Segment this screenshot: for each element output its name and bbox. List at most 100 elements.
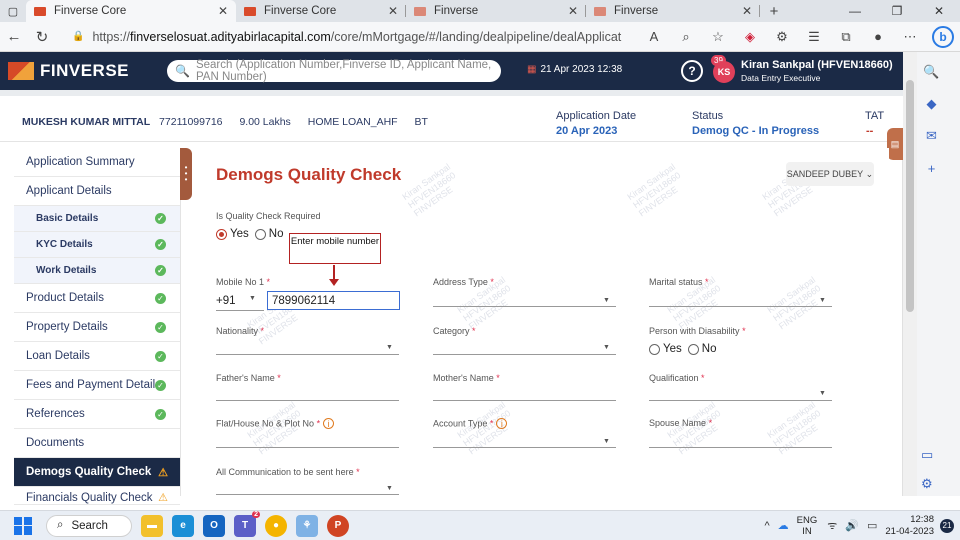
close-tab-icon[interactable]: ✕ [568,4,578,18]
extension-icon[interactable]: ◈ [734,29,766,45]
sidebar-item-demogs-qc[interactable]: Demogs Quality Check ⚠ [14,458,180,487]
marital-status-select[interactable] [649,306,832,307]
chevron-down-icon: ⌄ [865,168,874,179]
notification-center-badge[interactable]: 21 [940,518,954,533]
refresh-icon[interactable]: ↻ [28,28,56,46]
battery-icon[interactable]: ▭ [867,519,877,532]
file-explorer-icon[interactable]: ▬ [141,514,163,537]
sidebar-item-references[interactable]: References ✓ [14,400,180,429]
url-field[interactable]: 🔒 https://finverselosuat.adityabirlacapi… [62,25,622,49]
communication-select[interactable] [216,494,399,495]
sidebar-item-product-details[interactable]: Product Details ✓ [14,284,180,313]
app-icon[interactable]: ⚘ [296,514,318,537]
outlook-icon[interactable]: O [203,514,225,537]
powerpoint-icon[interactable]: P [327,514,349,537]
status-badge: Demog QC - In Progress [692,125,820,137]
disability-label: Person with Diasability * [649,326,746,336]
account-type-select[interactable] [433,447,616,448]
clock[interactable]: 12:38 21-04-2023 [885,514,934,538]
flat-house-input[interactable] [216,447,399,448]
country-code-dropdown-icon[interactable]: ▼ [249,295,256,302]
sidebar-item-label: Basic Details [36,213,99,224]
browser-tab-2[interactable]: Finverse Core ✕ [236,0,406,22]
browser-tab-4[interactable]: Finverse ✕ [586,0,760,22]
wifi-icon[interactable]: ᯤ [827,518,837,533]
back-icon[interactable]: ← [0,28,28,45]
sidebar-item-property-details[interactable]: Property Details ✓ [14,313,180,342]
sidebar-item-label: Work Details [36,265,97,276]
close-tab-icon[interactable]: ✕ [742,4,752,18]
sidebar-item-application-summary[interactable]: Application Summary [14,148,180,177]
favorite-add-icon[interactable]: ☆ [702,29,734,45]
chevron-up-icon[interactable]: ^ [764,520,769,532]
new-tab-button[interactable]: + [760,0,788,22]
onedrive-icon[interactable]: ☁ [778,519,789,532]
settings-icon[interactable]: ⚙ [921,468,933,500]
bing-copilot-icon[interactable]: b [932,25,954,48]
address-type-select[interactable] [433,306,616,307]
disability-no-radio[interactable] [687,343,699,355]
father-name-input[interactable] [216,400,399,401]
finverse-logo[interactable]: FINVERSE [8,61,129,81]
language-indicator[interactable]: ENG IN [797,515,818,537]
minimize-icon[interactable]: — [834,0,876,22]
check-icon: ✓ [155,213,166,224]
profile-icon[interactable]: ● [862,29,894,44]
close-window-icon[interactable]: ✕ [918,0,960,22]
chevron-down-icon: ▼ [386,344,393,351]
windows-start-icon[interactable] [14,516,32,535]
communication-label: All Communication to be sent here * [216,467,360,477]
url-host: finverselosuat.adityabirlacapital.com [129,29,331,44]
sidebar-collapse-handle[interactable]: • • • [180,148,192,200]
extensions-icon[interactable]: ⚙ [766,29,798,45]
sidebar-item-documents[interactable]: Documents [14,429,180,458]
restore-icon[interactable]: ❐ [876,0,918,22]
more-icon[interactable]: ⋯ [894,29,926,45]
close-tab-icon[interactable]: ✕ [218,4,228,18]
sidebar-item-work-details[interactable]: Work Details ✓ [14,258,180,284]
yes-radio[interactable] [216,228,227,240]
category-select[interactable] [433,354,616,355]
read-aloud-icon[interactable]: A [638,29,670,44]
sidebar-item-fees-payment[interactable]: Fees and Payment Details ✓ [14,371,180,400]
teams-icon[interactable]: T2 [234,510,260,537]
edge-icon[interactable]: e [172,514,194,537]
mother-name-input[interactable] [433,400,616,401]
favorites-icon[interactable]: ☰ [798,29,830,45]
no-radio[interactable] [254,228,266,240]
sidebar-item-financials-qc[interactable]: Financials Quality Check ⚠ [14,487,180,505]
spouse-name-input[interactable] [649,447,832,448]
sidebar-toggle-icon[interactable]: ▭ [921,439,933,471]
collections-icon[interactable]: ⧉ [830,29,862,45]
info-icon[interactable]: i [323,418,335,429]
close-tab-icon[interactable]: ✕ [388,4,398,18]
volume-icon[interactable]: 🔊 [845,519,859,532]
avatar[interactable]: KS [713,61,735,83]
chrome-icon[interactable]: ● [265,514,287,537]
taskbar: ⌕ Search ▬ e O T2 ● ⚘ P ^ ☁ ENG IN ᯤ 🔊 ▭ 1… [0,510,960,540]
sidebar-item-basic-details[interactable]: Basic Details ✓ [14,206,180,232]
sidebar-item-applicant-details[interactable]: Applicant Details [14,177,180,206]
assignee-dropdown[interactable]: SANDEEP DUBEY ⌄ [786,162,874,186]
no-label: No [701,343,717,355]
application-date-label: Application Date [556,110,637,122]
browser-tab-3[interactable]: Finverse ✕ [406,0,586,22]
country-code[interactable]: +91 [216,295,236,307]
tab-label: Finverse Core [264,5,337,17]
tab-actions-icon[interactable]: ▢ [0,0,26,22]
sidebar-item-kyc-details[interactable]: KYC Details ✓ [14,232,180,258]
info-icon[interactable]: i [496,418,508,429]
document-panel-icon[interactable]: ▤ [887,128,903,160]
nationality-select[interactable] [216,354,399,355]
qualification-select[interactable] [649,400,832,401]
help-icon[interactable]: ? [681,60,703,82]
zoom-icon[interactable]: ⌕ [670,29,702,45]
mobile-number-input[interactable] [267,291,400,310]
taskbar-search[interactable]: ⌕ Search [46,514,132,537]
global-search-input[interactable]: 🔍 Search (Application Number,Finverse ID… [167,59,501,83]
browser-tab-1[interactable]: Finverse Core ✕ [26,0,236,22]
vertical-scrollbar[interactable] [903,52,917,496]
disability-yes-radio[interactable] [649,343,660,355]
address-bar: ← ↻ 🔒 https://finverselosuat.adityabirla… [0,22,960,52]
sidebar-item-loan-details[interactable]: Loan Details ✓ [14,342,180,371]
